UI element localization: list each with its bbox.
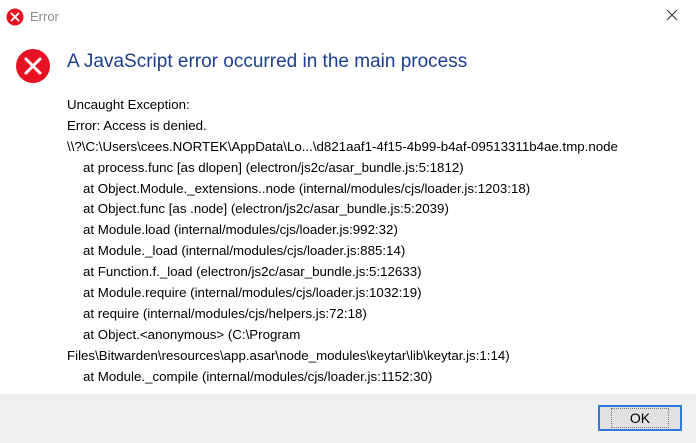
close-icon xyxy=(666,8,678,26)
error-circle-icon xyxy=(15,48,51,84)
ok-button[interactable]: OK xyxy=(598,405,682,431)
stack-frame: at Function.f._load (electron/js2c/asar_… xyxy=(83,264,422,280)
stack-frame: at Module.require (internal/modules/cjs/… xyxy=(83,285,422,301)
ok-button-label: OK xyxy=(610,408,670,428)
error-details: Uncaught Exception: Error: Access is den… xyxy=(67,95,692,387)
detail-line: \\?\C:\Users\cees.NORTEK\AppData\Lo...\d… xyxy=(67,138,618,154)
stack-frame: at require (internal/modules/cjs/helpers… xyxy=(83,305,367,321)
error-dialog: Error A JavaScript error occurred in the… xyxy=(0,0,696,443)
close-button[interactable] xyxy=(648,0,696,34)
stack-frame-continuation: Files\Bitwarden\resources\app.asar\node_… xyxy=(67,347,510,363)
stack-frame: at Object.func [as .node] (electron/js2c… xyxy=(83,201,449,217)
button-footer xyxy=(0,394,696,443)
stack-frame: at Module.load (internal/modules/cjs/loa… xyxy=(83,222,398,238)
stack-frame: at Object.Module._extensions..node (inte… xyxy=(83,180,531,196)
error-heading: A JavaScript error occurred in the main … xyxy=(67,51,468,72)
error-icon xyxy=(6,8,24,26)
window-title: Error xyxy=(30,9,59,24)
stack-frame: at Object.<anonymous> (C:\Program xyxy=(83,326,301,342)
stack-frame: at Module._load (internal/modules/cjs/lo… xyxy=(83,243,406,259)
title-bar: Error xyxy=(0,0,696,34)
stack-frame: at Module._compile (internal/modules/cjs… xyxy=(83,368,433,384)
stack-frame: at process.func [as dlopen] (electron/js… xyxy=(83,159,464,175)
detail-line: Error: Access is denied. xyxy=(67,117,207,133)
detail-line: Uncaught Exception: xyxy=(67,97,190,112)
